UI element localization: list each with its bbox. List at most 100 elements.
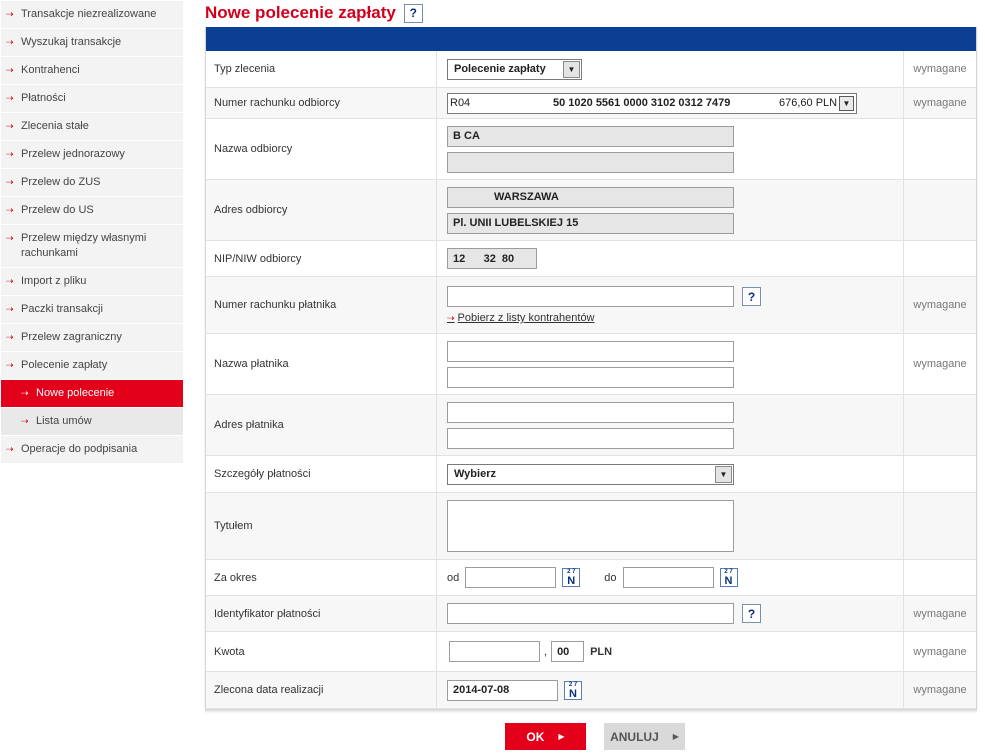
arrow-icon: ⇢ bbox=[6, 360, 14, 370]
row-payer-name: Nazwa płatnika wymagane bbox=[206, 334, 976, 395]
payer-address-line2[interactable] bbox=[447, 427, 734, 449]
chevron-right-icon: ▶ bbox=[672, 732, 679, 741]
row-recipient-nip: NIP/NIW odbiorcy 12 32 80 bbox=[206, 241, 976, 277]
sidebar-item-contractors[interactable]: ⇢ Kontrahenci bbox=[1, 57, 183, 85]
label-recipient-address: Adres odbiorcy bbox=[206, 180, 437, 240]
payment-id-input[interactable] bbox=[447, 603, 734, 624]
amount-fraction-input[interactable]: 00 bbox=[551, 641, 585, 662]
calendar-icon[interactable]: 2 7N bbox=[564, 680, 582, 700]
label-amount: Kwota bbox=[206, 632, 437, 671]
cancel-button[interactable]: ANULUJ ▶ bbox=[604, 723, 685, 750]
recipient-account-select[interactable]: R04 50 1020 5561 0000 3102 0312 7479 676… bbox=[447, 92, 857, 114]
arrow-icon: ⇢ bbox=[6, 276, 14, 286]
sidebar-item-import[interactable]: ⇢ Import z pliku bbox=[1, 268, 183, 296]
calendar-icon[interactable]: 2 7N bbox=[562, 568, 581, 587]
required-marker: wymagane bbox=[913, 607, 967, 620]
label-recipient-name: Nazwa odbiorcy bbox=[206, 119, 437, 179]
account-number: 50 1020 5561 0000 3102 0312 7479 bbox=[553, 97, 731, 109]
form-header-bar bbox=[206, 27, 976, 51]
arrow-icon: ⇢ bbox=[6, 233, 14, 243]
arrow-icon: ⇢ bbox=[447, 312, 455, 323]
sidebar-item-own-transfer[interactable]: ⇢ Przelew między własnymi rachunkami bbox=[1, 225, 183, 268]
fetch-contractors-link[interactable]: ⇢ Pobierz z listy kontrahentów bbox=[447, 312, 903, 324]
arrow-icon: ⇢ bbox=[6, 93, 14, 103]
row-order-type: Typ zlecenia Polecenie zapłaty ▼ wymagan… bbox=[206, 51, 976, 88]
sidebar-item-single-transfer[interactable]: ⇢ Przelew jednorazowy bbox=[1, 141, 183, 169]
arrow-icon: ⇢ bbox=[6, 9, 14, 19]
sidebar-item-agreements[interactable]: ⇢ Lista umów bbox=[1, 408, 183, 436]
arrow-icon: ⇢ bbox=[21, 416, 29, 426]
chevron-down-icon: ▼ bbox=[839, 95, 854, 111]
period-from-input[interactable] bbox=[465, 567, 557, 588]
amount-separator: , bbox=[544, 645, 548, 658]
help-button[interactable]: ? bbox=[742, 287, 761, 306]
row-title: Tytułem bbox=[206, 493, 976, 560]
main-content: Nowe polecenie zapłaty ? Typ zlecenia Po… bbox=[205, 0, 977, 710]
title-textarea[interactable] bbox=[447, 500, 734, 552]
payer-account-input[interactable] bbox=[447, 286, 734, 307]
row-payment-details: Szczegóły płatności Wybierz ▼ bbox=[206, 456, 976, 493]
page-title-bar: Nowe polecenie zapłaty ? bbox=[205, 0, 977, 26]
amount-currency: PLN bbox=[590, 645, 613, 658]
row-payment-id: Identyfikator płatności ? wymagane bbox=[206, 596, 976, 632]
label-payer-account: Numer rachunku płatnika bbox=[206, 277, 437, 333]
required-marker: wymagane bbox=[913, 645, 967, 658]
arrow-icon: ⇢ bbox=[6, 65, 14, 75]
label-title: Tytułem bbox=[206, 493, 437, 559]
sidebar-item-search[interactable]: ⇢ Wyszukaj transakcje bbox=[1, 29, 183, 57]
debit-form: Typ zlecenia Polecenie zapłaty ▼ wymagan… bbox=[205, 27, 977, 710]
ok-button[interactable]: OK ▶ bbox=[505, 723, 586, 750]
sidebar-item-zus-transfer[interactable]: ⇢ Przelew do ZUS bbox=[1, 169, 183, 197]
sidebar-item-to-sign[interactable]: ⇢ Operacje do podpisania bbox=[1, 436, 183, 464]
sidebar-item-payments[interactable]: ⇢ Płatności bbox=[1, 85, 183, 113]
arrow-icon: ⇢ bbox=[6, 444, 14, 454]
required-marker: wymagane bbox=[913, 97, 967, 109]
row-payer-account: Numer rachunku płatnika ? ⇢ Pobierz z li… bbox=[206, 277, 976, 334]
row-payer-address: Adres płatnika bbox=[206, 395, 976, 456]
chevron-down-icon: ▼ bbox=[715, 465, 732, 483]
arrow-icon: ⇢ bbox=[6, 177, 14, 187]
account-balance: 676,60 PLN bbox=[779, 97, 838, 109]
recipient-name-line1: B CA bbox=[447, 125, 734, 147]
label-payment-details: Szczegóły płatności bbox=[206, 456, 437, 492]
sidebar-item-us-transfer[interactable]: ⇢ Przelew do US bbox=[1, 197, 183, 225]
arrow-icon: ⇢ bbox=[6, 121, 14, 131]
order-type-select[interactable]: Polecenie zapłaty ▼ bbox=[447, 58, 582, 80]
amount-whole-input[interactable] bbox=[449, 641, 540, 662]
label-recipient-nip: NIP/NIW odbiorcy bbox=[206, 241, 437, 276]
recipient-nip-value: 12 32 80 bbox=[447, 248, 537, 269]
action-buttons: OK ▶ ANULUJ ▶ bbox=[505, 723, 685, 750]
arrow-icon: ⇢ bbox=[6, 149, 14, 159]
account-code: R04 bbox=[450, 97, 471, 109]
sidebar-item-standing-orders[interactable]: ⇢ Zlecenia stałe bbox=[1, 113, 183, 141]
payer-address-line1[interactable] bbox=[447, 401, 734, 423]
calendar-icon[interactable]: 2 7N bbox=[719, 568, 738, 587]
label-payer-name: Nazwa płatnika bbox=[206, 334, 437, 394]
label-recipient-account: Numer rachunku odbiorcy bbox=[206, 88, 437, 118]
period-to-input[interactable] bbox=[622, 567, 714, 588]
recipient-name-line2 bbox=[447, 151, 734, 173]
row-amount: Kwota , 00 PLN wymagane bbox=[206, 632, 976, 672]
payer-name-line2[interactable] bbox=[447, 366, 734, 388]
required-marker: wymagane bbox=[913, 684, 967, 696]
help-button[interactable]: ? bbox=[742, 604, 761, 623]
period-to-label: do bbox=[604, 571, 617, 584]
chevron-right-icon: ▶ bbox=[558, 732, 565, 741]
payer-name-line1[interactable] bbox=[447, 340, 734, 362]
sidebar-item-foreign-transfer[interactable]: ⇢ Przelew zagraniczny bbox=[1, 324, 183, 352]
required-marker: wymagane bbox=[913, 299, 967, 311]
sidebar-item-unrealized[interactable]: ⇢ Transakcje niezrealizowane bbox=[1, 1, 183, 29]
required-marker: wymagane bbox=[913, 63, 967, 75]
label-exec-date: Zlecona data realizacji bbox=[206, 672, 437, 708]
sidebar-item-new-debit[interactable]: ⇢ Nowe polecenie bbox=[1, 380, 183, 408]
exec-date-input[interactable]: 2014-07-08 bbox=[447, 679, 558, 701]
recipient-address-line2: Pl. UNII LUBELSKIEJ 15 bbox=[447, 212, 734, 234]
sidebar-item-packages[interactable]: ⇢ Paczki transakcji bbox=[1, 296, 183, 324]
help-button[interactable]: ? bbox=[403, 3, 423, 23]
page-title: Nowe polecenie zapłaty bbox=[205, 3, 396, 22]
label-order-type: Typ zlecenia bbox=[206, 51, 437, 87]
row-recipient-account: Numer rachunku odbiorcy R04 50 1020 5561… bbox=[206, 88, 976, 119]
payment-details-select[interactable]: Wybierz ▼ bbox=[447, 463, 734, 485]
required-marker: wymagane bbox=[913, 358, 967, 370]
sidebar-item-direct-debit[interactable]: ⇢ Polecenie zapłaty bbox=[1, 352, 183, 380]
